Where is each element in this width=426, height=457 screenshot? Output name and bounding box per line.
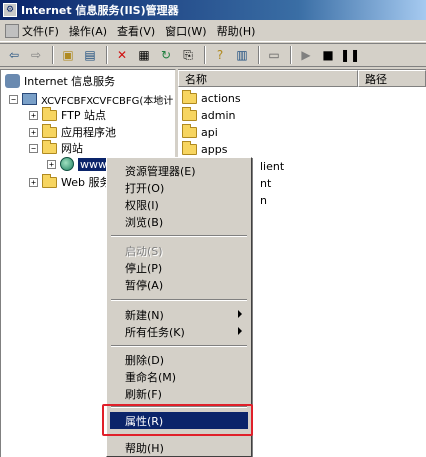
menu-item-delete[interactable]: 删除(D): [110, 351, 248, 368]
folder-icon: [42, 139, 57, 154]
toolbar: ⇦ ⇨ ▣ ▤ ✕ ▦ ↻ ⎘ ? ▥ ▭ ▶ ■ ❚❚: [0, 43, 426, 67]
menu-bar: 文件(F) 操作(A) 查看(V) 窗口(W) 帮助(H): [0, 20, 426, 42]
help-icon: ?: [216, 48, 224, 62]
tree-item-websites[interactable]: − 网站: [29, 139, 83, 156]
iis-app-icon: ⚙: [3, 3, 17, 17]
menu-item-explorer[interactable]: 资源管理器(E): [110, 162, 248, 179]
delete-button[interactable]: ✕: [112, 46, 132, 64]
toolbar-separator: [106, 46, 108, 64]
toolbar-separator: [52, 46, 54, 64]
forward-icon: ⇨: [30, 48, 42, 62]
computer-button[interactable]: ▭: [264, 46, 284, 64]
export-icon: ⎘: [183, 48, 193, 62]
stop-icon: ■: [322, 48, 334, 62]
folder-icon: [182, 89, 197, 104]
refresh-icon: ↻: [160, 48, 172, 62]
menu-item-start[interactable]: 启动(S): [110, 242, 248, 259]
view-button[interactable]: ▥: [232, 46, 252, 64]
mmc-window-icon: [5, 23, 19, 38]
submenu-arrow-icon: [238, 327, 242, 335]
expand-toggle[interactable]: +: [47, 159, 56, 169]
menu-item-refresh[interactable]: 刷新(F): [110, 385, 248, 402]
list-item-partial[interactable]: nt: [260, 175, 271, 191]
view-icon: ▥: [236, 48, 248, 62]
export-list-button[interactable]: ⎘: [178, 46, 198, 64]
menu-item-rename[interactable]: 重命名(M): [110, 368, 248, 385]
toolbar-separator: [290, 46, 292, 64]
start-button[interactable]: ▶: [296, 46, 316, 64]
pause-button[interactable]: ❚❚: [340, 46, 360, 64]
show-tree-button[interactable]: ▤: [80, 46, 100, 64]
back-button[interactable]: ⇦: [4, 46, 24, 64]
tree-item-app-pools[interactable]: + 应用程序池: [29, 123, 116, 140]
menu-separator: [111, 299, 247, 301]
menu-item-all-tasks[interactable]: 所有任务(K): [110, 323, 248, 340]
up-one-level-button[interactable]: ▣: [58, 46, 78, 64]
help-button[interactable]: ?: [210, 46, 230, 64]
pause-icon: ❚❚: [339, 48, 361, 62]
menu-help[interactable]: 帮助(H): [212, 22, 261, 40]
menu-item-pause[interactable]: 暂停(A): [110, 276, 248, 293]
up-folder-icon: ▣: [62, 48, 74, 62]
folder-icon: [182, 106, 197, 121]
title-bar: ⚙ Internet 信息服务(IIS)管理器: [0, 0, 426, 20]
menu-window[interactable]: 窗口(W): [160, 22, 211, 40]
folder-icon: [182, 140, 197, 155]
list-item[interactable]: admin: [182, 106, 235, 123]
refresh-button[interactable]: ↻: [156, 46, 176, 64]
folder-icon: [182, 123, 197, 138]
window-title: Internet 信息服务(IIS)管理器: [21, 4, 179, 17]
menu-separator: [111, 235, 247, 237]
column-header-path[interactable]: 路径: [358, 70, 426, 87]
list-item-partial[interactable]: lient: [260, 158, 284, 174]
menu-item-stop[interactable]: 停止(P): [110, 259, 248, 276]
tree-item-iis-root[interactable]: Internet 信息服务: [5, 73, 115, 89]
menu-view[interactable]: 查看(V): [112, 22, 160, 40]
stop-button[interactable]: ■: [318, 46, 338, 64]
list-item-partial[interactable]: n: [260, 192, 267, 208]
menu-item-new[interactable]: 新建(N): [110, 306, 248, 323]
properties-icon: ▦: [138, 48, 150, 62]
list-item[interactable]: api: [182, 123, 218, 140]
column-header-name[interactable]: 名称: [178, 70, 358, 87]
list-header: 名称 路径: [178, 70, 426, 87]
annotation-highlight-box: [102, 404, 253, 436]
submenu-arrow-icon: [238, 310, 242, 318]
menu-separator: [111, 345, 247, 347]
iis-root-icon: [5, 74, 20, 88]
expand-toggle[interactable]: +: [29, 177, 38, 187]
computer-icon: [22, 93, 37, 105]
collapse-toggle[interactable]: −: [29, 143, 38, 153]
menu-item-help[interactable]: 帮助(H): [110, 439, 248, 456]
menu-file[interactable]: 文件(F): [0, 22, 64, 40]
properties-button[interactable]: ▦: [134, 46, 154, 64]
folder-icon: [42, 173, 57, 188]
play-icon: ▶: [301, 48, 311, 62]
toolbar-separator: [204, 46, 206, 64]
delete-icon: ✕: [116, 48, 128, 62]
website-globe-icon: [60, 157, 74, 171]
collapse-toggle[interactable]: −: [9, 94, 18, 104]
expand-toggle[interactable]: +: [29, 110, 38, 120]
list-item[interactable]: actions: [182, 89, 241, 106]
menu-action[interactable]: 操作(A): [64, 22, 112, 40]
menu-item-open[interactable]: 打开(O): [110, 179, 248, 196]
computer-icon: ▭: [268, 48, 280, 62]
forward-button[interactable]: ⇨: [26, 46, 46, 64]
tree-item-site-www[interactable]: + www: [47, 156, 109, 172]
back-icon: ⇦: [8, 48, 20, 62]
expand-toggle[interactable]: +: [29, 127, 38, 137]
list-item[interactable]: apps: [182, 140, 227, 157]
menu-item-browse[interactable]: 浏览(B): [110, 213, 248, 230]
menu-item-permissions[interactable]: 权限(I): [110, 196, 248, 213]
toolbar-separator: [258, 46, 260, 64]
tree-item-ftp-sites[interactable]: + FTP 站点: [29, 106, 106, 123]
folder-icon: [42, 123, 57, 138]
tree-item-web-service-extensions[interactable]: + Web 服务: [29, 173, 110, 190]
show-tree-icon: ▤: [84, 48, 96, 62]
tree-item-computer[interactable]: − XCVFCBFXCVFCBFG(本地计: [9, 91, 173, 107]
folder-icon: [42, 106, 57, 121]
